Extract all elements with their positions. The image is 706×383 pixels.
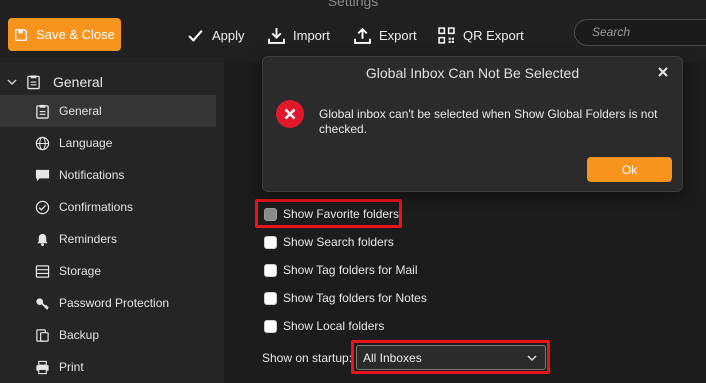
option-show-favorite-folders[interactable]: Show Favorite folders: [264, 204, 399, 224]
startup-select[interactable]: All Inboxes: [356, 345, 546, 370]
sidebar-item-notifications[interactable]: Notifications: [0, 159, 216, 191]
checkbox[interactable]: [264, 291, 277, 305]
ok-button[interactable]: Ok: [587, 157, 672, 182]
message-icon: [35, 168, 50, 183]
sidebar-item-label: Language: [59, 136, 113, 150]
qr-code-icon: [438, 26, 455, 44]
storage-icon: [35, 264, 50, 279]
key-icon: [35, 296, 50, 311]
sidebar-item-password-protection[interactable]: Password Protection: [0, 287, 216, 319]
sidebar-group-general[interactable]: General: [6, 71, 103, 93]
qr-export-label: QR Export: [463, 27, 524, 43]
sidebar: General General Language Notifications C: [0, 62, 224, 383]
checkbox[interactable]: [264, 207, 277, 221]
startup-select-value: All Inboxes: [363, 350, 422, 365]
option-label: Show Favorite folders: [283, 207, 400, 221]
option-show-local-folders[interactable]: Show Local folders: [264, 316, 384, 336]
checkbox[interactable]: [264, 263, 277, 277]
clipboard-icon: [35, 104, 50, 119]
dialog-title: Global Inbox Can Not Be Selected: [365, 65, 580, 81]
printer-icon: [35, 360, 50, 375]
dialog-message: Global inbox can't be selected when Show…: [319, 107, 658, 136]
check-icon: [188, 29, 203, 42]
window-title: Settings: [327, 0, 379, 9]
search-input[interactable]: Search: [574, 19, 706, 46]
option-label: Show Search folders: [283, 235, 394, 249]
close-icon[interactable]: [656, 65, 670, 79]
qr-export-button[interactable]: QR Export: [438, 24, 524, 46]
sidebar-item-label: General: [59, 104, 102, 118]
option-show-tag-folders-notes[interactable]: Show Tag folders for Notes: [264, 288, 427, 308]
option-label: Show Local folders: [283, 319, 385, 333]
export-icon: [354, 27, 371, 44]
sidebar-item-label: Backup: [59, 328, 100, 342]
sidebar-item-label: Password Protection: [59, 296, 170, 310]
sidebar-item-backup[interactable]: Backup: [0, 319, 216, 351]
sidebar-item-label: Confirmations: [59, 200, 134, 214]
chevron-down-icon[interactable]: [6, 76, 18, 88]
checkbox[interactable]: [264, 319, 277, 333]
checkbox[interactable]: [264, 235, 277, 249]
save-icon: [15, 28, 28, 41]
chevron-down-icon: [527, 355, 537, 362]
apply-button[interactable]: Apply: [187, 24, 245, 46]
toolbar: Settings Save & Close Apply Import Expor…: [0, 0, 706, 62]
sidebar-item-reminders[interactable]: Reminders: [0, 223, 216, 255]
sidebar-item-print[interactable]: Print: [0, 351, 216, 383]
option-label: Show Tag folders for Mail: [283, 263, 418, 277]
settings-window: Settings Save & Close Apply Import Expor…: [0, 0, 706, 383]
bell-icon: [35, 232, 50, 247]
sidebar-item-confirmations[interactable]: Confirmations: [0, 191, 216, 223]
sidebar-item-language[interactable]: Language: [0, 127, 216, 159]
sidebar-group-label: General: [53, 74, 103, 90]
sidebar-item-label: Reminders: [59, 232, 118, 246]
option-label: Show Tag folders for Notes: [283, 291, 427, 305]
sidebar-item-general[interactable]: General: [0, 95, 216, 127]
sidebar-item-label: Notifications: [59, 168, 125, 182]
startup-label: Show on startup:: [262, 351, 353, 365]
option-show-tag-folders-mail[interactable]: Show Tag folders for Mail: [264, 260, 418, 280]
sidebar-item-storage[interactable]: Storage: [0, 255, 216, 287]
import-icon: [268, 27, 285, 44]
save-close-button[interactable]: Save & Close: [8, 18, 121, 51]
import-button[interactable]: Import: [268, 24, 330, 46]
check-circle-icon: [35, 200, 50, 215]
export-button[interactable]: Export: [354, 24, 417, 46]
error-dialog: Global Inbox Can Not Be Selected Global …: [262, 56, 683, 192]
apply-label: Apply: [212, 27, 245, 43]
sidebar-item-label: Storage: [59, 264, 102, 278]
export-label: Export: [379, 27, 417, 43]
backup-icon: [35, 328, 50, 343]
import-label: Import: [293, 27, 330, 43]
globe-icon: [35, 136, 50, 151]
option-show-search-folders[interactable]: Show Search folders: [264, 232, 394, 252]
save-close-label: Save & Close: [36, 27, 115, 42]
clipboard-icon: [27, 75, 40, 90]
error-icon: [276, 100, 304, 128]
sidebar-item-label: Print: [59, 360, 84, 374]
